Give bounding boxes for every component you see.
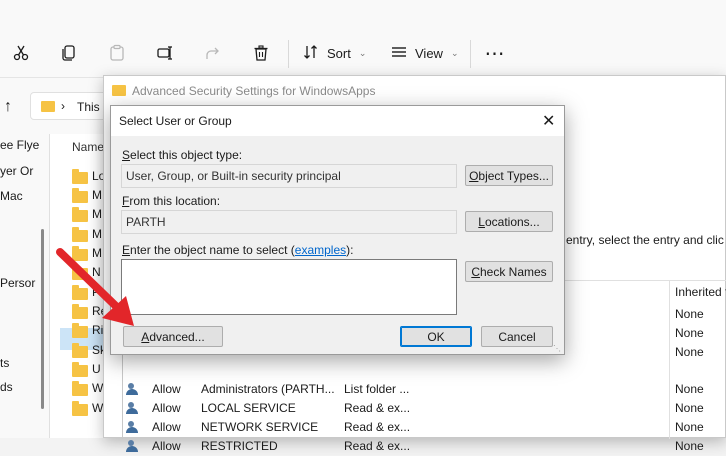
nav-item[interactable]: ts — [0, 356, 9, 370]
list-item[interactable]: W — [92, 381, 103, 395]
user-icon — [126, 402, 140, 415]
object-name-label-end: ): — [346, 243, 354, 257]
cell-principal: Administrators (PARTH... — [201, 382, 335, 396]
inherited-cell: None — [675, 307, 704, 321]
list-item[interactable]: M — [92, 188, 102, 202]
cell-type: Allow — [152, 401, 181, 415]
folder-icon — [72, 207, 88, 222]
location-field: PARTH — [121, 210, 457, 234]
location-label: From this location: — [122, 194, 221, 208]
cell-inherited: None — [675, 420, 704, 434]
locations-button[interactable]: Locations... — [465, 211, 553, 232]
table-row[interactable]: Allow LOCAL SERVICE Read & ex... None — [122, 399, 722, 418]
folder-icon — [72, 381, 88, 396]
rename-icon[interactable] — [152, 40, 178, 66]
dialog-title: Select User or Group — [119, 114, 232, 128]
cell-principal: LOCAL SERVICE — [201, 401, 296, 415]
list-item[interactable]: U — [92, 362, 101, 376]
annotation-arrow-icon — [56, 248, 134, 326]
view-icon — [391, 45, 407, 62]
more-icon[interactable]: ⋯ — [482, 40, 508, 66]
cell-access: Read & ex... — [344, 439, 411, 453]
inherited-cell: None — [675, 345, 704, 359]
nav-item[interactable]: yer Or — [0, 164, 33, 178]
sort-button[interactable]: Sort ⌄ — [303, 42, 366, 64]
cell-principal: RESTRICTED — [201, 439, 278, 453]
folder-icon — [72, 362, 88, 377]
folder-icon — [41, 101, 55, 112]
user-icon — [126, 440, 140, 453]
inherited-cell: None — [675, 326, 704, 340]
resize-grip-icon[interactable]: ⋱ — [553, 344, 561, 353]
nav-item[interactable]: Mac — [0, 189, 23, 203]
close-icon[interactable]: ✕ — [542, 111, 555, 131]
paste-icon[interactable] — [104, 40, 130, 66]
table-row[interactable]: Allow RESTRICTED Read & ex... None — [122, 437, 722, 456]
view-label: View — [415, 45, 443, 61]
cancel-button[interactable]: Cancel — [481, 326, 553, 347]
command-bar: Sort ⌄ View ⌄ ⋯ — [0, 0, 726, 78]
cell-inherited: None — [675, 439, 704, 453]
list-item[interactable]: M — [92, 227, 102, 241]
nav-scrollbar[interactable] — [41, 229, 44, 409]
breadcrumb-chevron-icon: › — [61, 99, 65, 113]
object-name-input[interactable] — [121, 259, 457, 315]
table-row[interactable]: Allow NETWORK SERVICE Read & ex... None — [122, 418, 722, 437]
check-names-button[interactable]: Check Names — [465, 261, 553, 282]
cell-principal: NETWORK SERVICE — [201, 420, 319, 434]
chevron-down-icon: ⌄ — [358, 47, 367, 58]
instruction-text: entry, select the entry and clic — [566, 233, 724, 247]
ok-button[interactable]: OK — [400, 326, 472, 347]
list-item[interactable]: M — [92, 207, 102, 221]
list-item[interactable]: W — [92, 401, 103, 415]
user-icon — [126, 421, 140, 434]
nav-item[interactable]: Persor — [0, 276, 35, 290]
examples-link[interactable]: examples — [295, 243, 346, 257]
nav-item[interactable]: ds — [0, 380, 13, 394]
dialog-titlebar: Select User or Group ✕ — [111, 106, 564, 136]
object-type-field: User, Group, or Built-in security princi… — [121, 164, 457, 188]
cell-inherited: None — [675, 401, 704, 415]
object-name-label: Enter the object name to select (example… — [122, 243, 353, 257]
cell-access: Read & ex... — [344, 401, 411, 415]
toolbar-separator — [288, 40, 289, 68]
window-titlebar: Advanced Security Settings for WindowsAp… — [104, 76, 726, 104]
window-title: Advanced Security Settings for WindowsAp… — [132, 84, 376, 98]
object-type-label: Select this object type: — [122, 148, 243, 162]
folder-icon — [72, 169, 88, 184]
delete-icon[interactable] — [248, 40, 274, 66]
cell-type: Allow — [152, 382, 181, 396]
cut-icon[interactable] — [8, 40, 34, 66]
folder-icon — [72, 188, 88, 203]
column-header-name[interactable]: Name — [72, 140, 104, 154]
nav-item[interactable]: ee Flye — [0, 138, 39, 152]
cell-inherited: None — [675, 382, 704, 396]
sort-label: Sort — [327, 45, 351, 61]
cell-access: List folder ... — [344, 382, 410, 396]
object-types-button[interactable]: Object Types... — [465, 165, 553, 186]
sort-icon — [303, 44, 319, 63]
folder-icon — [72, 401, 88, 416]
breadcrumb[interactable]: This — [77, 100, 100, 114]
select-user-or-group-dialog: Select User or Group ✕ Select this objec… — [110, 105, 565, 355]
column-header-inherited[interactable]: Inherited f — [675, 285, 726, 299]
folder-icon — [72, 343, 88, 358]
toolbar-separator — [470, 40, 471, 68]
cell-access: Read & ex... — [344, 420, 411, 434]
cell-type: Allow — [152, 439, 181, 453]
share-icon[interactable] — [200, 40, 226, 66]
navigation-pane: ee Flye yer Or Mac Persor ts ds — [0, 134, 50, 438]
table-row[interactable]: Allow Administrators (PARTH... List folder… — [122, 380, 722, 399]
chevron-down-icon: ⌄ — [450, 47, 459, 58]
folder-icon — [112, 85, 126, 96]
up-arrow-icon[interactable]: ↑ — [4, 98, 12, 116]
copy-icon[interactable] — [56, 40, 82, 66]
view-button[interactable]: View ⌄ — [391, 42, 459, 64]
user-icon — [126, 383, 140, 396]
cell-type: Allow — [152, 420, 181, 434]
